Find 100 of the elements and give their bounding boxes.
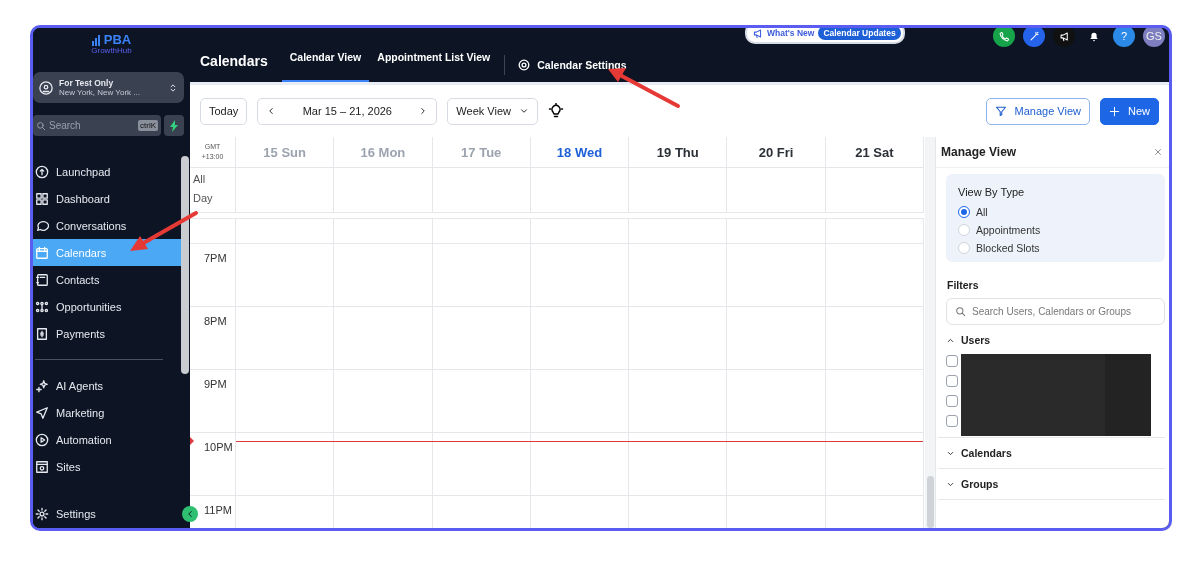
time-slot[interactable] xyxy=(629,307,728,370)
scrollbar[interactable] xyxy=(181,156,189,374)
time-slot[interactable] xyxy=(825,244,924,307)
radio-label[interactable]: All xyxy=(976,206,988,218)
time-slot[interactable] xyxy=(825,307,924,370)
time-slot[interactable] xyxy=(629,219,728,244)
time-slot[interactable] xyxy=(334,244,433,307)
nav-item[interactable]: Dashboard xyxy=(33,185,181,212)
time-slot[interactable] xyxy=(334,307,433,370)
time-slot[interactable] xyxy=(236,244,335,307)
chevron-left-icon xyxy=(185,509,195,519)
all-day-slot[interactable] xyxy=(825,168,924,213)
time-slot[interactable] xyxy=(629,244,728,307)
time-slot[interactable] xyxy=(236,307,335,370)
time-slot[interactable] xyxy=(629,370,728,433)
nav-item[interactable]: Conversations xyxy=(33,212,181,239)
date-range-picker[interactable]: Mar 15 – 21, 2026 xyxy=(257,97,438,125)
checkbox[interactable] xyxy=(946,375,958,387)
time-slot[interactable] xyxy=(727,370,826,433)
phone-icon xyxy=(998,30,1010,42)
view-dropdown[interactable]: Week View xyxy=(447,97,538,125)
search-icon xyxy=(955,306,966,317)
calendar-updates-badge[interactable]: Calendar Updates xyxy=(818,28,901,40)
filter-section-toggle[interactable]: Calendars xyxy=(938,438,1165,468)
nav-item[interactable]: Sites xyxy=(33,453,181,480)
nav-item[interactable]: Automation xyxy=(33,426,181,453)
settings-icon xyxy=(35,507,49,521)
time-slot[interactable] xyxy=(190,219,236,244)
account-location: New York, New York ... xyxy=(59,88,141,97)
quick-action-button[interactable] xyxy=(164,115,184,136)
time-slot[interactable] xyxy=(334,370,433,433)
nav-item[interactable]: Launchpad xyxy=(33,158,181,185)
time-slot[interactable] xyxy=(530,244,630,307)
bell-icon xyxy=(1088,30,1100,42)
announcements-button[interactable] xyxy=(1053,28,1075,47)
day-header[interactable]: 18 Wed xyxy=(556,144,603,160)
nav-item[interactable]: Marketing xyxy=(33,399,181,426)
search-icon xyxy=(36,120,46,131)
play-circle-icon xyxy=(35,432,49,447)
lightning-icon xyxy=(169,119,179,132)
all-day-slot[interactable] xyxy=(727,168,826,213)
filter-section-toggle[interactable]: Users xyxy=(938,325,1165,355)
time-slot[interactable] xyxy=(530,307,630,370)
hour-label: 9PM xyxy=(204,378,227,390)
settings-icon xyxy=(517,58,532,72)
time-slot[interactable] xyxy=(432,244,531,307)
day-header[interactable]: 21 Sat xyxy=(855,144,894,160)
opportunities-icon xyxy=(35,299,49,314)
time-slot[interactable] xyxy=(432,219,531,244)
search-field[interactable]: Search ctrlK xyxy=(33,115,161,136)
all-day-slot[interactable] xyxy=(236,168,335,213)
nav-item[interactable]: Payments xyxy=(33,320,181,347)
time-slot[interactable] xyxy=(825,219,924,244)
time-slot[interactable] xyxy=(432,370,531,433)
time-slot[interactable] xyxy=(727,219,826,244)
filter-search-field[interactable]: Search Users, Calendars or Groups xyxy=(946,298,1165,325)
new-button[interactable]: New xyxy=(1100,97,1159,125)
phone-button[interactable] xyxy=(993,28,1015,47)
manage-view-button[interactable]: Manage View xyxy=(985,97,1090,125)
nav-item[interactable]: Contacts xyxy=(33,266,181,293)
scrollbar[interactable] xyxy=(927,476,934,528)
time-slot[interactable] xyxy=(334,219,433,244)
radio-label[interactable]: Appointments xyxy=(976,224,1041,236)
checkbox[interactable] xyxy=(946,395,958,407)
help-button[interactable]: ? xyxy=(1113,28,1135,47)
time-slot[interactable] xyxy=(727,307,826,370)
time-slot[interactable] xyxy=(530,219,630,244)
nav-item[interactable]: Opportunities xyxy=(33,293,181,320)
time-slot[interactable] xyxy=(825,370,924,433)
account-switcher[interactable]: For Test Only New York, New York ... xyxy=(33,72,184,103)
radio-button[interactable] xyxy=(958,206,970,218)
account-name: For Test Only xyxy=(59,78,115,88)
collapse-button[interactable] xyxy=(182,506,198,522)
all-day-slot[interactable] xyxy=(530,168,630,213)
rocket-icon xyxy=(35,164,49,179)
day-header[interactable]: 20 Fri xyxy=(758,144,794,160)
time-slot[interactable] xyxy=(530,370,630,433)
all-day-slot[interactable] xyxy=(334,168,433,213)
send-icon xyxy=(35,405,49,420)
today-button[interactable]: Today xyxy=(200,97,248,125)
time-slot[interactable] xyxy=(727,244,826,307)
whats-new-link[interactable]: What's New xyxy=(749,28,815,39)
all-day-slot[interactable] xyxy=(432,168,531,213)
calendar-settings-link[interactable]: Calendar Settings xyxy=(511,58,633,72)
view-tab[interactable]: Appointment List View xyxy=(369,28,499,82)
radio-label[interactable]: Blocked Slots xyxy=(976,242,1040,254)
calendar-icon xyxy=(35,245,49,260)
all-day-slot[interactable] xyxy=(629,168,728,213)
time-slot[interactable] xyxy=(236,219,335,244)
checkbox[interactable] xyxy=(946,415,958,427)
filter-section-toggle[interactable]: Groups xyxy=(938,469,1165,499)
magic-button[interactable] xyxy=(1023,28,1045,47)
lightbulb-icon xyxy=(548,103,564,119)
time-slot[interactable] xyxy=(432,307,531,370)
megaphone-icon xyxy=(753,28,764,39)
time-slot[interactable] xyxy=(236,370,335,433)
close-icon xyxy=(1153,147,1163,157)
checkbox[interactable] xyxy=(946,355,958,367)
day-header[interactable]: 19 Thu xyxy=(656,144,699,160)
nav-item[interactable]: AI Agents xyxy=(33,372,181,399)
